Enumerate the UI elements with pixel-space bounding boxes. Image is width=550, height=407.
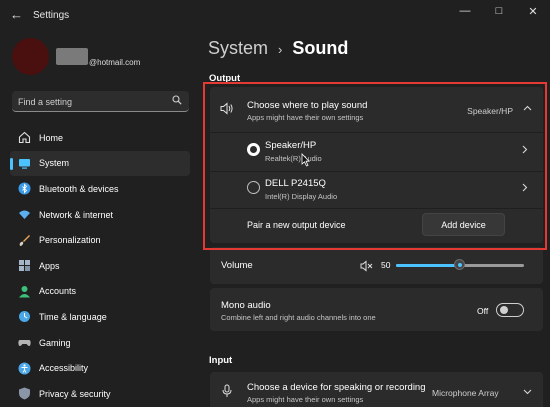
mono-audio-state: Off — [477, 306, 489, 316]
output-header-title: Choose where to play sound — [247, 100, 368, 111]
window-controls: — □ ✕ — [448, 0, 550, 22]
sidebar-item-label: Accounts — [39, 286, 77, 297]
sidebar-item-label: Personalization — [39, 235, 101, 246]
device-driver: Realtek(R) Audio — [265, 154, 322, 163]
output-header-subtitle: Apps might have their own settings — [247, 113, 364, 122]
mono-audio-card: Mono audio Combine left and right audio … — [210, 288, 543, 331]
app-title: Settings — [33, 10, 70, 21]
sidebar-item-privacy-security[interactable]: Privacy & security — [10, 381, 190, 407]
user-email: @hotmail.com — [89, 58, 141, 67]
brush-icon — [17, 233, 31, 247]
breadcrumb-parent[interactable]: System — [208, 38, 268, 59]
sidebar-nav: Home System Bluetooth & devices Network … — [10, 125, 190, 407]
back-arrow-icon[interactable]: ← — [10, 7, 23, 22]
output-device-row[interactable]: Speaker/HP Realtek(R) Audio — [210, 133, 543, 171]
sidebar-item-label: Network & internet — [39, 209, 114, 220]
input-current-device: Microphone Array — [432, 388, 499, 398]
search-icon[interactable] — [172, 95, 182, 105]
chevron-down-icon[interactable] — [523, 387, 532, 398]
mono-audio-toggle[interactable] — [496, 303, 524, 317]
radio-unselected[interactable] — [247, 181, 260, 194]
volume-card: Volume 50 — [210, 247, 543, 284]
mono-audio-subtitle: Combine left and right audio channels in… — [221, 313, 376, 322]
title-bar: ← Settings — □ ✕ — [0, 0, 550, 30]
input-header-subtitle: Apps might have their own settings — [247, 395, 364, 404]
chevron-up-icon[interactable] — [523, 103, 532, 114]
page-title: Sound — [292, 38, 349, 58]
accounts-icon — [17, 284, 31, 298]
speaker-mute-icon[interactable] — [360, 259, 373, 277]
chevron-right-icon[interactable] — [522, 183, 528, 195]
input-section-title: Input — [209, 355, 233, 366]
slider-fill — [396, 264, 460, 267]
output-device-header[interactable]: Choose where to play sound Apps might ha… — [210, 87, 543, 132]
sidebar-item-label: Privacy & security — [39, 388, 111, 399]
speaker-icon — [220, 102, 234, 120]
sidebar-item-label: Home — [39, 132, 64, 143]
search-box[interactable] — [12, 91, 189, 112]
close-button[interactable]: ✕ — [516, 0, 550, 22]
minimize-button[interactable]: — — [448, 0, 482, 22]
sidebar-item-label: Gaming — [39, 337, 71, 348]
radio-selected[interactable] — [247, 143, 260, 156]
mouse-cursor-icon — [301, 153, 310, 167]
sidebar-item-home[interactable]: Home — [10, 125, 190, 151]
mono-audio-title: Mono audio — [221, 300, 271, 311]
sidebar-item-label: System — [39, 158, 70, 169]
sidebar-item-accessibility[interactable]: Accessibility — [10, 355, 190, 381]
avatar[interactable] — [12, 38, 49, 75]
device-name: Speaker/HP — [265, 140, 317, 151]
volume-value: 50 — [381, 260, 391, 270]
sidebar-item-label: Bluetooth & devices — [39, 183, 119, 194]
sidebar-item-label: Time & language — [39, 311, 107, 322]
accessibility-icon — [17, 361, 31, 375]
breadcrumb: System › Sound — [208, 38, 348, 59]
pair-output-label: Pair a new output device — [247, 220, 346, 230]
sidebar-item-label: Accessibility — [39, 363, 89, 374]
maximize-button[interactable]: □ — [482, 0, 516, 22]
volume-label: Volume — [221, 260, 253, 271]
apps-icon — [17, 259, 31, 273]
user-name-redacted — [56, 48, 88, 65]
input-header-title: Choose a device for speaking or recordin… — [247, 382, 426, 393]
sidebar-item-time-language[interactable]: Time & language — [10, 304, 190, 330]
network-icon — [17, 208, 31, 222]
sidebar-item-system[interactable]: System — [10, 150, 190, 177]
pair-output-row: Pair a new output device Add device — [210, 209, 543, 243]
slider-thumb[interactable] — [454, 259, 465, 270]
output-device-card: Choose where to play sound Apps might ha… — [210, 87, 543, 243]
sidebar-item-gaming[interactable]: Gaming — [10, 330, 190, 356]
chevron-right-icon[interactable] — [522, 145, 528, 157]
shield-icon — [17, 387, 31, 401]
add-device-button[interactable]: Add device — [422, 213, 505, 236]
sidebar-item-network[interactable]: Network & internet — [10, 202, 190, 228]
volume-slider[interactable] — [396, 257, 524, 274]
sidebar-item-personalization[interactable]: Personalization — [10, 227, 190, 253]
bluetooth-icon — [17, 182, 31, 196]
sidebar-item-apps[interactable]: Apps — [10, 253, 190, 279]
device-name: DELL P2415Q — [265, 178, 326, 189]
output-current-device: Speaker/HP — [467, 106, 513, 116]
globe-clock-icon — [17, 310, 31, 324]
sidebar-item-accounts[interactable]: Accounts — [10, 279, 190, 305]
gaming-icon — [17, 336, 31, 350]
toggle-knob — [500, 306, 508, 314]
sidebar-item-label: Apps — [39, 260, 60, 271]
output-section-title: Output — [209, 73, 241, 84]
output-device-row[interactable]: DELL P2415Q Intel(R) Display Audio — [210, 172, 543, 208]
microphone-icon — [222, 384, 232, 403]
home-icon — [17, 131, 31, 145]
sidebar-item-bluetooth[interactable]: Bluetooth & devices — [10, 176, 190, 202]
device-driver: Intel(R) Display Audio — [265, 192, 338, 201]
breadcrumb-separator: › — [278, 42, 283, 57]
search-input[interactable] — [18, 94, 168, 109]
input-device-card[interactable]: Choose a device for speaking or recordin… — [210, 372, 543, 407]
system-icon — [17, 156, 31, 170]
